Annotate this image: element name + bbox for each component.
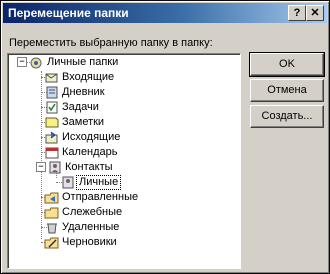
tree-item-label: Личные [76, 175, 122, 190]
drafts-icon [44, 237, 59, 249]
help-button[interactable]: ? [288, 5, 306, 21]
contacts-subfolder-icon [62, 176, 74, 189]
sent-items-icon [44, 192, 59, 204]
collapse-root-toggle[interactable]: − [17, 57, 27, 67]
journal-icon [46, 86, 58, 99]
tree-item-label: Контакты [65, 161, 113, 173]
folder-tree[interactable]: − Личные папки Входящие Дневник Задачи З… [7, 53, 241, 269]
deleted-items-icon [47, 223, 57, 234]
tree-item-label: Отправленные [62, 191, 139, 203]
tree-connector-line [41, 71, 42, 239]
move-folder-dialog: Перемещение папки ? ✕ Переместить выбран… [0, 0, 330, 274]
tree-item-label: Удаленные [62, 221, 120, 233]
create-button[interactable]: Создать... [250, 105, 324, 128]
inbox-icon [45, 73, 58, 83]
calendar-icon [45, 147, 59, 159]
ok-button[interactable]: OK [249, 52, 325, 77]
outbox-icon [45, 131, 58, 144]
personal-folders-icon [30, 57, 42, 69]
tree-item-label: Исходящие [62, 131, 121, 143]
folder-icon [44, 207, 59, 219]
tree-item-label: Слежебные [62, 206, 123, 218]
tree-item-label: Черновики [62, 236, 117, 248]
tree-item-label: Заметки [62, 116, 105, 128]
collapse-contacts-toggle[interactable]: − [36, 162, 46, 172]
window-title: Перемещение папки [8, 6, 129, 20]
tree-item-label: Дневник [62, 86, 105, 98]
tree-item-label: Личные папки [47, 56, 119, 68]
close-button[interactable]: ✕ [306, 5, 324, 21]
cancel-button[interactable]: Отмена [250, 79, 324, 102]
tree-item-label: Задачи [62, 101, 99, 113]
destination-prompt: Переместить выбранную папку в папку: [9, 37, 213, 49]
contacts-icon [49, 161, 61, 174]
title-bar[interactable]: Перемещение папки ? ✕ [3, 3, 327, 23]
tree-item-label: Входящие [62, 71, 115, 83]
notes-icon [45, 117, 59, 128]
tree-item-label: Календарь [62, 146, 118, 158]
tasks-icon [46, 101, 58, 114]
